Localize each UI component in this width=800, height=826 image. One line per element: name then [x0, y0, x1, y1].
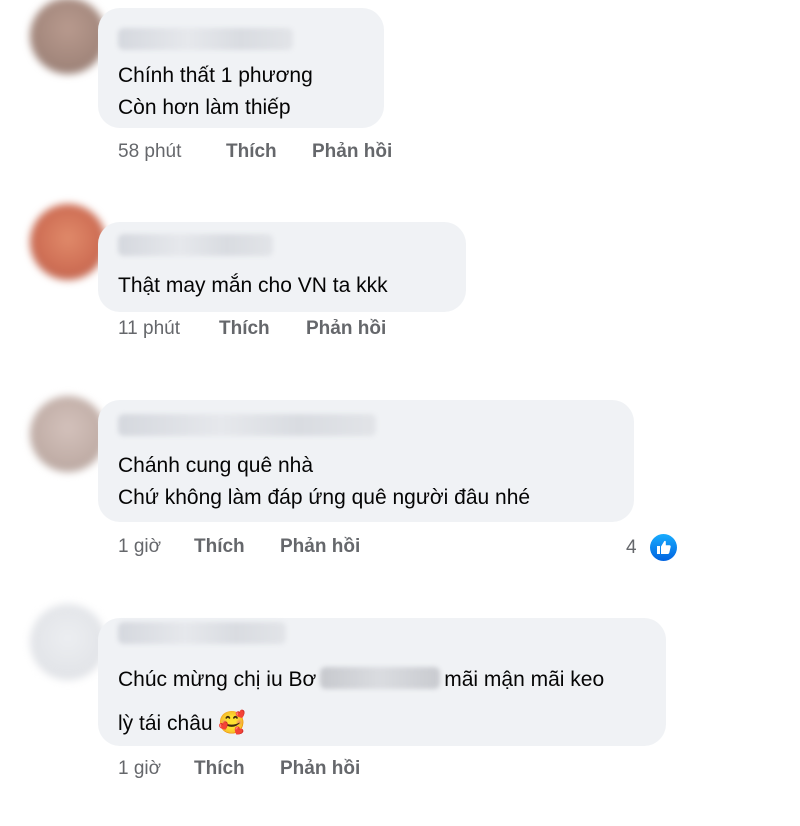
commenter-name-blurred[interactable]	[118, 414, 376, 436]
comment-bubble: Chánh cung quê nhà Chứ không làm đáp ứng…	[98, 400, 634, 522]
reply-button[interactable]: Phản hồi	[280, 536, 360, 558]
smiling-face-with-hearts-icon: 🥰	[218, 711, 246, 736]
like-button[interactable]: Thích	[194, 536, 245, 558]
comment-bubble: Thật may mắn cho VN ta kkk	[98, 222, 466, 312]
like-icon	[650, 534, 677, 561]
avatar[interactable]	[30, 604, 106, 680]
like-button[interactable]: Thích	[219, 318, 270, 340]
commenter-name-blurred[interactable]	[118, 622, 286, 644]
timestamp[interactable]: 11 phút	[118, 318, 180, 340]
comment-bubble: Chính thất 1 phương Còn hơn làm thiếp	[98, 8, 384, 128]
reply-button[interactable]: Phản hồi	[312, 141, 392, 163]
like-button[interactable]: Thích	[226, 141, 277, 163]
comment-bubble: Chúc mừng chị iu Bơ mãi mận mãi keo lỳ tá…	[98, 618, 666, 746]
comment-text: Chánh cung quê nhà Chứ không làm đáp ứng…	[118, 454, 531, 509]
reaction-count: 4	[626, 537, 637, 558]
commenter-name-blurred[interactable]	[118, 234, 273, 256]
avatar[interactable]	[30, 0, 106, 74]
reply-button[interactable]: Phản hồi	[280, 758, 360, 780]
reply-button[interactable]: Phản hồi	[306, 318, 386, 340]
commenter-name-blurred[interactable]	[118, 28, 293, 50]
comment-text: Thật may mắn cho VN ta kkk	[118, 274, 388, 297]
timestamp[interactable]: 1 giờ	[118, 536, 161, 558]
timestamp[interactable]: 58 phút	[118, 141, 181, 163]
comment-text: Chính thất 1 phương Còn hơn làm thiếp	[118, 64, 313, 119]
like-button[interactable]: Thích	[194, 758, 245, 780]
avatar[interactable]	[30, 204, 106, 280]
timestamp[interactable]: 1 giờ	[118, 758, 161, 780]
avatar[interactable]	[30, 396, 106, 472]
comment-text: Chúc mừng chị iu Bơ mãi mận mãi keo lỳ tá…	[118, 667, 605, 736]
blurred-name-inline	[320, 667, 441, 689]
